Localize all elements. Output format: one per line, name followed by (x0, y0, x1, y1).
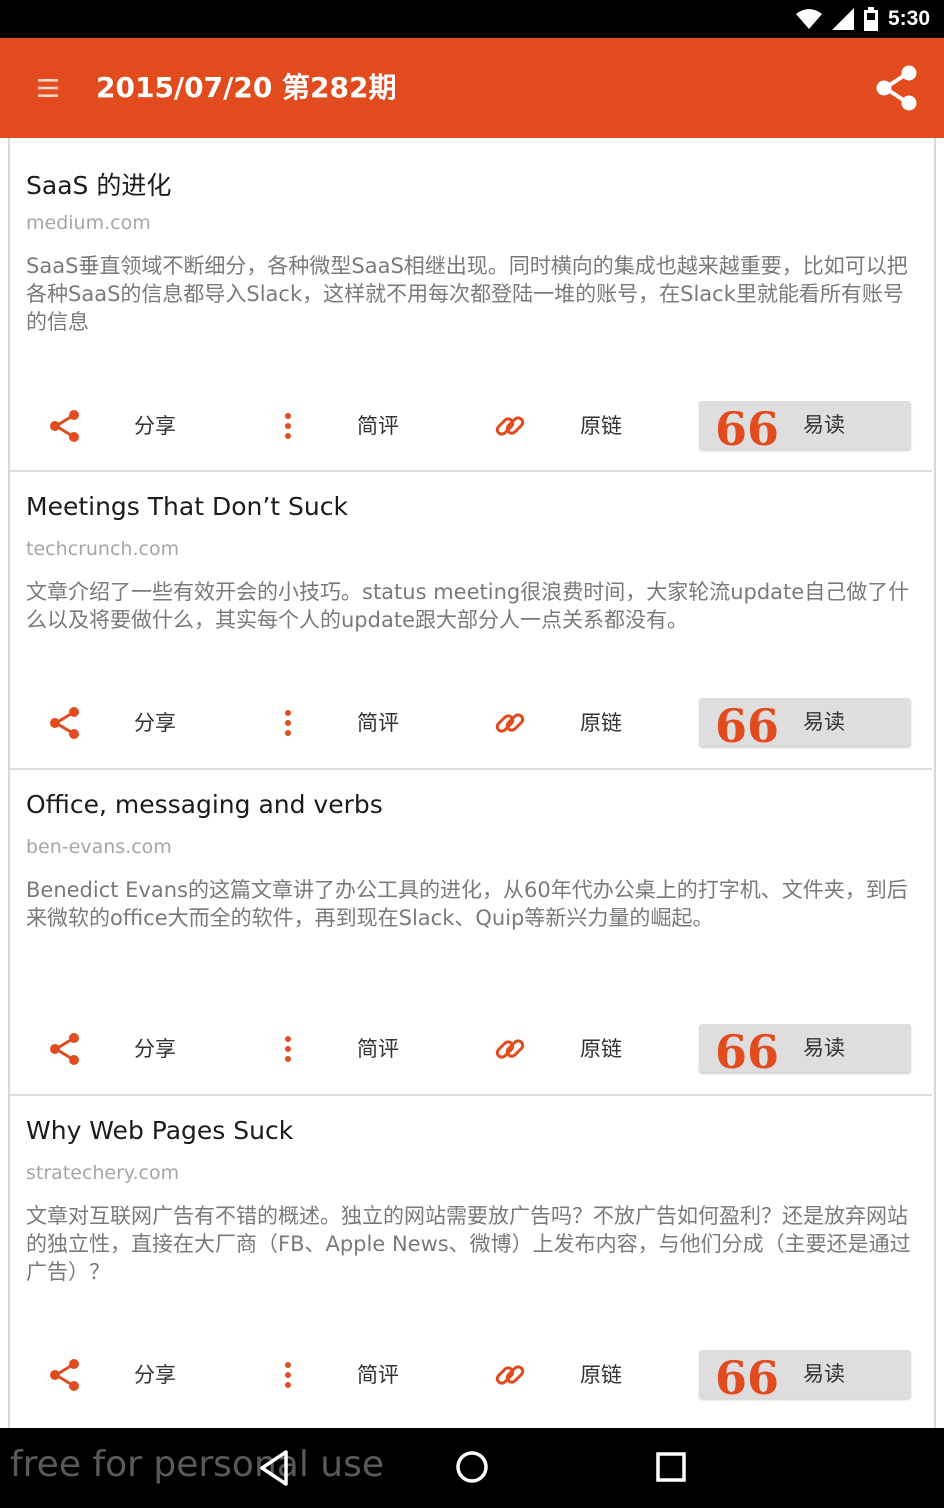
share-icon[interactable] (47, 408, 83, 444)
status-bar: 5:30 (0, 0, 944, 38)
watermark: free for personal use (10, 1444, 384, 1485)
article-summary: Benedict Evans的这篇文章讲了办公工具的进化，从60年代办公桌上的打… (26, 878, 908, 930)
article-card[interactable]: Why Web Pages Suck stratechery.com 文章对互联… (10, 1094, 932, 1428)
comment-button[interactable]: 简评 (357, 410, 399, 442)
more-vert-icon[interactable] (270, 1357, 306, 1393)
share-icon[interactable] (47, 1357, 83, 1393)
easy-read-label: 易读 (803, 710, 845, 734)
article-domain[interactable]: stratechery.com (26, 1162, 179, 1184)
original-link-button[interactable]: 原链 (580, 707, 622, 739)
article-card[interactable]: Office, messaging and verbs ben-evans.co… (10, 768, 932, 1096)
article-title[interactable]: Why Web Pages Suck (26, 1116, 293, 1145)
recent-apps-icon[interactable] (654, 1450, 688, 1484)
share-icon[interactable] (47, 705, 83, 741)
article-domain[interactable]: techcrunch.com (26, 538, 179, 560)
wifi-icon (795, 9, 822, 29)
original-link-button[interactable]: 原链 (580, 410, 622, 442)
quote-icon: 66 (715, 1351, 780, 1405)
share-icon[interactable] (874, 64, 920, 112)
share-button[interactable]: 分享 (134, 1359, 176, 1391)
more-vert-icon[interactable] (270, 1031, 306, 1067)
share-button[interactable]: 分享 (134, 1033, 176, 1065)
article-title[interactable]: SaaS 的进化 (26, 166, 171, 202)
easy-read-button[interactable]: 66 易读 (699, 401, 911, 453)
app-bar: 2015/07/20 第282期 (0, 38, 944, 138)
article-summary: 文章对互联网广告有不错的概述。独立的网站需要放广告吗？不放广告如何盈利？还是放弃… (26, 1204, 911, 1284)
article-title[interactable]: Office, messaging and verbs (26, 790, 383, 819)
share-icon[interactable] (47, 1031, 83, 1067)
easy-read-label: 易读 (803, 1362, 845, 1386)
link-icon[interactable] (492, 1357, 528, 1393)
easy-read-button[interactable]: 66 易读 (699, 698, 911, 750)
list-right-border (934, 138, 936, 1428)
article-summary: 文章介绍了一些有效开会的小技巧。status meeting很浪费时间，大家轮流… (26, 580, 910, 632)
comment-button[interactable]: 简评 (357, 1359, 399, 1391)
article-summary: SaaS垂直领域不断细分，各种微型SaaS相继出现。同时横向的集成也越来越重要，… (26, 254, 908, 334)
link-icon[interactable] (492, 705, 528, 741)
article-title[interactable]: Meetings That Don’t Suck (26, 492, 348, 521)
quote-icon: 66 (715, 402, 780, 456)
article-domain[interactable]: medium.com (26, 212, 151, 234)
article-card[interactable]: SaaS 的进化 medium.com SaaS垂直领域不断细分，各种微型Saa… (10, 142, 932, 472)
comment-button[interactable]: 简评 (357, 707, 399, 739)
signal-icon (831, 8, 854, 30)
article-actions: 分享 简评 原链 66 易读 (10, 1350, 932, 1402)
original-link-button[interactable]: 原链 (580, 1359, 622, 1391)
link-icon[interactable] (492, 408, 528, 444)
page-title: 2015/07/20 第282期 (96, 71, 397, 104)
status-time: 5:30 (887, 7, 930, 30)
share-button[interactable]: 分享 (134, 707, 176, 739)
article-domain[interactable]: ben-evans.com (26, 836, 172, 858)
comment-button[interactable]: 简评 (357, 1033, 399, 1065)
more-vert-icon[interactable] (270, 705, 306, 741)
menu-icon[interactable] (36, 76, 60, 100)
home-icon[interactable] (453, 1448, 491, 1486)
easy-read-button[interactable]: 66 易读 (699, 1024, 911, 1076)
original-link-button[interactable]: 原链 (580, 1033, 622, 1065)
article-actions: 分享 简评 原链 66 易读 (10, 401, 932, 453)
article-actions: 分享 简评 原链 66 易读 (10, 1024, 932, 1076)
easy-read-label: 易读 (803, 413, 845, 437)
share-button[interactable]: 分享 (134, 410, 176, 442)
easy-read-label: 易读 (803, 1036, 845, 1060)
article-actions: 分享 简评 原链 66 易读 (10, 698, 932, 750)
link-icon[interactable] (492, 1031, 528, 1067)
battery-icon (863, 7, 878, 31)
more-vert-icon[interactable] (270, 408, 306, 444)
quote-icon: 66 (715, 1025, 780, 1079)
article-card[interactable]: Meetings That Don’t Suck techcrunch.com … (10, 470, 932, 770)
quote-icon: 66 (715, 699, 780, 753)
easy-read-button[interactable]: 66 易读 (699, 1350, 911, 1402)
